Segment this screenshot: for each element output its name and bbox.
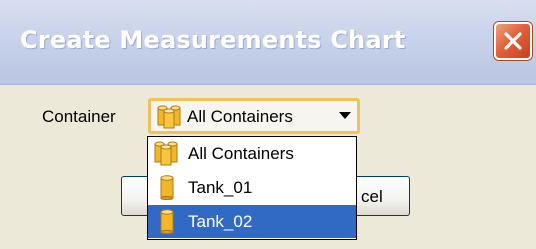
dropdown-option-label: Tank_02 [188,212,253,231]
close-button[interactable] [494,22,532,60]
container-dropdown-list: All Containers Tank_01 Tank_02 [147,136,357,240]
cylinder-icon [160,209,174,234]
multi-cylinder-icon [157,105,181,129]
container-select-value: All Containers [187,107,293,126]
create-measurements-chart-dialog: Create Measurements Chart Container All … [0,0,536,249]
dialog-title: Create Measurements Chart [20,26,406,54]
dropdown-option-tank-02[interactable]: Tank_02 [148,205,356,238]
dropdown-option-tank-01[interactable]: Tank_01 [148,171,356,204]
title-bar[interactable]: Create Measurements Chart [0,0,536,85]
container-label: Container [42,107,116,126]
dropdown-option-all-containers[interactable]: All Containers [148,137,356,170]
chevron-down-icon [339,112,351,119]
cancel-button-label: cel [361,187,383,206]
close-icon [504,32,522,50]
dropdown-option-label: All Containers [188,144,294,163]
cylinder-icon [160,175,174,200]
dropdown-option-label: Tank_01 [188,178,253,197]
multi-cylinder-icon [154,141,178,166]
container-select[interactable]: All Containers [148,98,360,134]
